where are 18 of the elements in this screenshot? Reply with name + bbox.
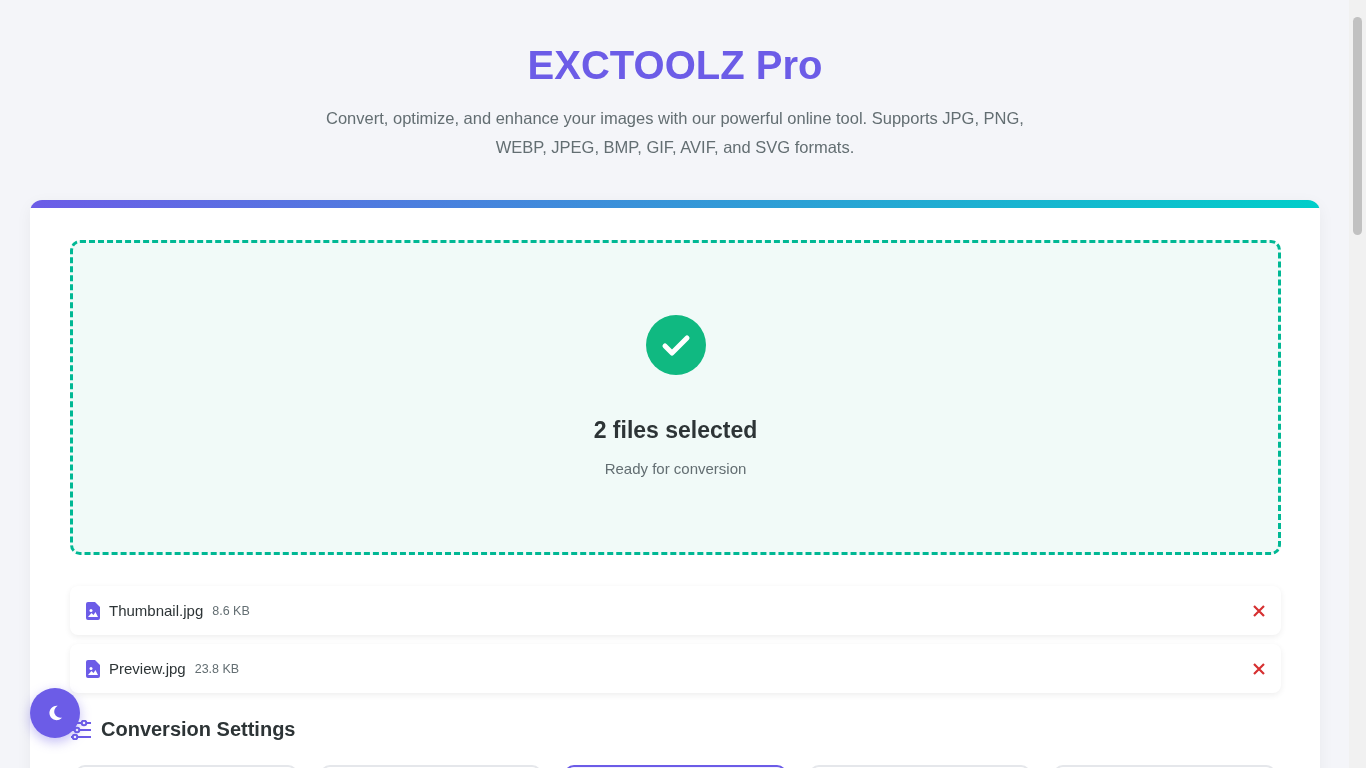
app-title: EXCTOOLZ Pro	[526, 42, 824, 89]
check-circle-icon	[645, 315, 706, 375]
selection-title: 2 files selected	[593, 417, 758, 444]
app-description: Convert, optimize, and enhance your images with our powerful online tool. Supports JPG, PNG, WEBP, JPEG, BMP, GIF, AVIF, and SVG formats.	[325, 108, 1025, 158]
file-name: Thumbnail.jpg	[109, 602, 204, 619]
upload-dropzone[interactable]: 2 files selected Ready for conversion	[70, 240, 1281, 555]
selection-status: Ready for conversion	[604, 460, 747, 477]
image-file-icon	[86, 659, 100, 678]
file-name: Preview.jpg	[109, 660, 186, 677]
image-file-icon	[86, 601, 100, 620]
moon-icon	[46, 704, 64, 722]
settings-title: Conversion Settings	[101, 718, 296, 741]
remove-icon[interactable]	[1253, 662, 1265, 675]
sliders-icon	[70, 719, 92, 740]
remove-icon[interactable]	[1253, 604, 1265, 617]
file-size: 23.8 KB	[194, 661, 240, 676]
scrollbar[interactable]	[1349, 0, 1366, 768]
file-size: 8.6 KB	[212, 603, 250, 618]
